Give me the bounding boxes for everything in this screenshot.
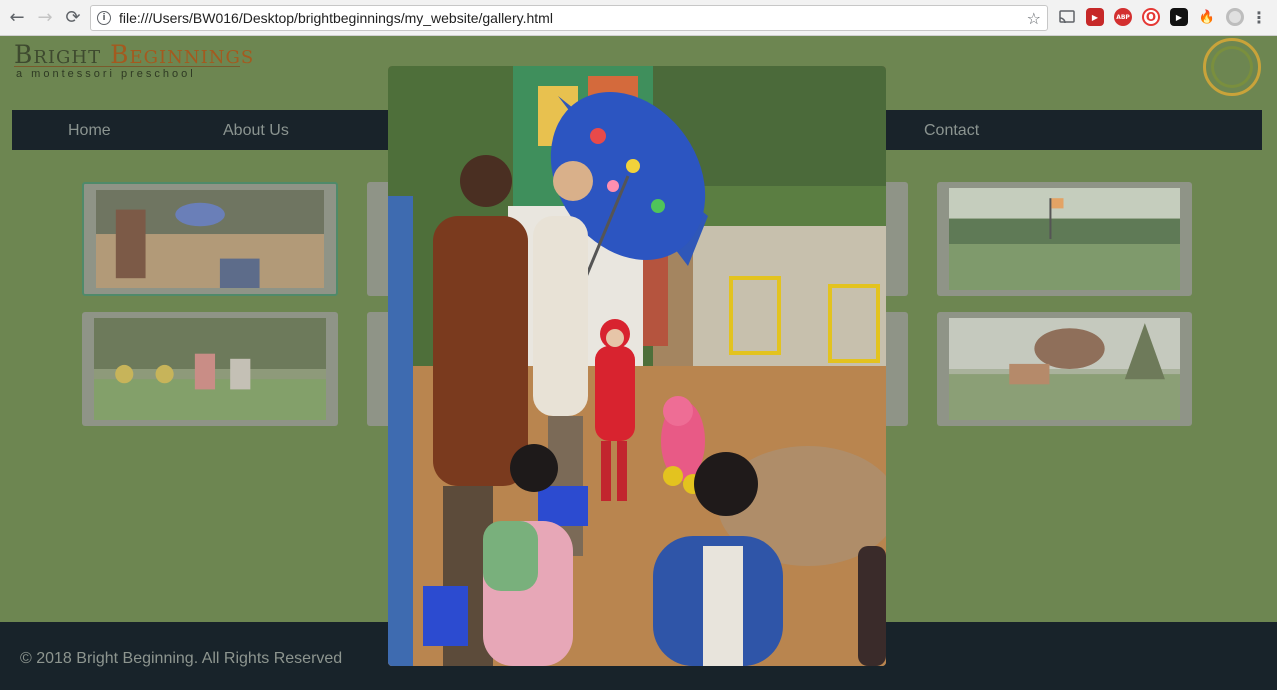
thumb-photo: [96, 190, 324, 288]
site-logo[interactable]: Bright Beginnings: [14, 40, 254, 69]
opera-icon[interactable]: O: [1142, 8, 1160, 26]
menu-icon[interactable]: ⋮: [1250, 8, 1268, 27]
thumb-photo: [94, 318, 326, 420]
logo-word-first: Bright: [14, 40, 102, 69]
info-icon[interactable]: i: [97, 11, 111, 25]
thumb-photo: [949, 188, 1180, 290]
gallery-thumb-1[interactable]: [82, 182, 338, 296]
abp-icon[interactable]: ABP: [1114, 8, 1132, 26]
cast-icon[interactable]: [1058, 8, 1076, 26]
back-icon[interactable]: ←: [6, 7, 28, 29]
thumb-photo: [949, 318, 1180, 420]
nav-home[interactable]: Home: [68, 122, 111, 140]
gallery-thumb-8[interactable]: [937, 312, 1192, 426]
nav-about-us[interactable]: About Us: [223, 122, 289, 140]
browser-toolbar: ← → ⟳ i file:///Users/BW016/Desktop/brig…: [0, 0, 1277, 36]
lightbox-image[interactable]: [388, 66, 886, 666]
fire-icon[interactable]: 🔥: [1198, 8, 1216, 26]
reload-icon[interactable]: ⟳: [62, 7, 84, 29]
url-text[interactable]: file:///Users/BW016/Desktop/brightbeginn…: [119, 10, 553, 26]
logo-divider: [14, 66, 240, 67]
copyright-text: © 2018 Bright Beginning. All Rights Rese…: [20, 650, 343, 667]
logo-ring-icon: [1203, 38, 1261, 96]
forward-icon[interactable]: →: [34, 7, 56, 29]
logo-word-second: Beginnings: [110, 40, 255, 69]
courtyard-photo: [388, 66, 886, 666]
youtube-icon[interactable]: ▶: [1170, 8, 1188, 26]
circle-ext-icon[interactable]: [1226, 8, 1244, 26]
logo-tagline: a montessori preschool: [16, 68, 196, 80]
address-bar[interactable]: i file:///Users/BW016/Desktop/brightbegi…: [90, 5, 1048, 31]
adblock-video-icon[interactable]: ▶: [1086, 8, 1104, 26]
gallery-thumb-4[interactable]: [937, 182, 1192, 296]
bookmark-star-icon[interactable]: ☆: [1027, 9, 1041, 28]
nav-contact[interactable]: Contact: [924, 122, 979, 140]
gallery-thumb-5[interactable]: [82, 312, 338, 426]
